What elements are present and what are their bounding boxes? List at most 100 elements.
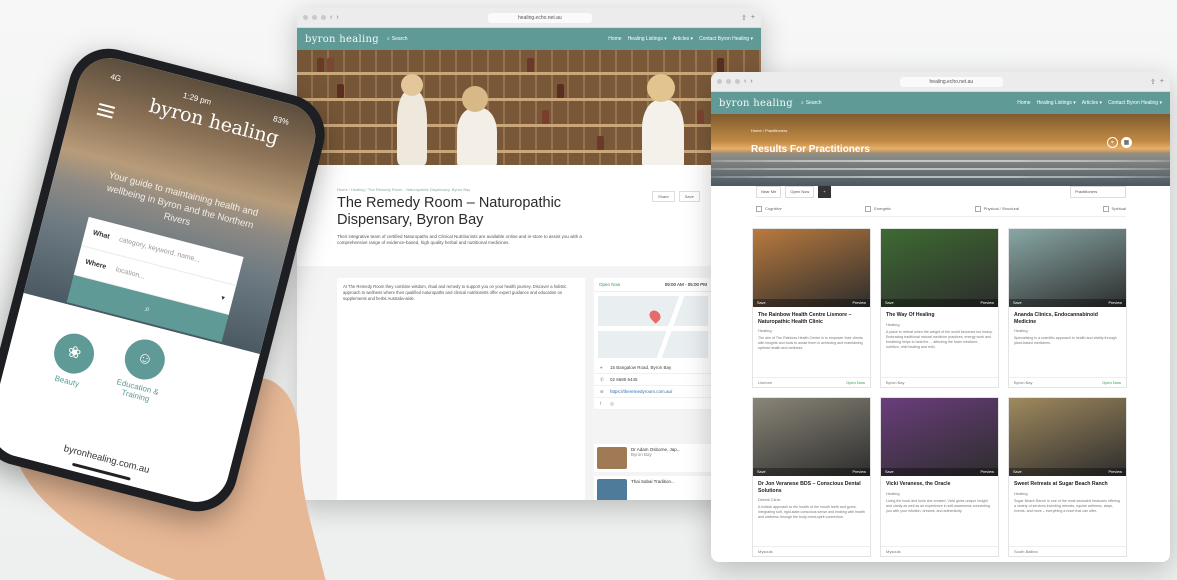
listing-card-image[interactable]: Save Preview xyxy=(753,229,870,307)
results-title: Results For Practitioners xyxy=(751,144,870,155)
card-save-button[interactable]: Save xyxy=(757,301,766,305)
back-icon[interactable]: ‹ xyxy=(744,78,746,85)
close-dot[interactable] xyxy=(303,15,308,20)
map-view-icon[interactable]: ⌖ xyxy=(1107,137,1118,148)
listing-card[interactable]: Save Preview The Way Of Healing Healing … xyxy=(880,228,999,388)
more-filters-button[interactable]: + xyxy=(818,186,831,198)
card-footer: Mysouls xyxy=(753,546,870,556)
site-search[interactable]: ⌕ Search xyxy=(801,100,822,106)
category-checkbox[interactable]: Energetic xyxy=(865,206,891,212)
card-preview-button[interactable]: Preview xyxy=(1108,470,1122,474)
card-preview-button[interactable]: Preview xyxy=(852,301,866,305)
card-title[interactable]: The Way Of Healing xyxy=(881,307,998,321)
card-title[interactable]: Ananda Clinics, Endocannabinoid Medicine xyxy=(1009,307,1126,327)
open-now-button[interactable]: Open Now xyxy=(785,186,815,198)
card-action-bar: Save Preview xyxy=(753,299,870,307)
card-save-button[interactable]: Save xyxy=(885,301,894,305)
listing-card[interactable]: Save Preview The Rainbow Health Centre L… xyxy=(752,228,871,388)
nav-home[interactable]: Home xyxy=(608,36,621,42)
card-title[interactable]: Vicki Veranese, the Oracle xyxy=(881,476,998,490)
share-icon[interactable]: ⇪ xyxy=(741,14,747,22)
related-listing[interactable]: Thai Sabai Tradition... xyxy=(594,476,712,500)
new-tab-icon[interactable]: + xyxy=(1160,78,1164,85)
location-map[interactable] xyxy=(598,296,708,358)
site-search[interactable]: ⌕ Search xyxy=(387,36,408,42)
forward-icon[interactable]: › xyxy=(336,14,338,21)
card-save-button[interactable]: Save xyxy=(885,470,894,474)
instagram-icon[interactable]: ◎ xyxy=(610,401,616,407)
back-icon[interactable]: ‹ xyxy=(330,14,332,21)
card-excerpt: Sugar Beach Ranch is one of the most sec… xyxy=(1014,498,1120,513)
nav-contact[interactable]: Contact Byron Healing ▾ xyxy=(699,36,753,42)
category-checkbox[interactable]: Physical / Structural xyxy=(975,206,1019,212)
related-location: Byron Bay xyxy=(631,452,652,457)
education-category-icon[interactable]: ☺ xyxy=(120,335,170,384)
card-preview-button[interactable]: Preview xyxy=(852,470,866,474)
site-logo[interactable]: byron healing xyxy=(305,34,379,45)
open-status: Open Now xyxy=(599,282,621,287)
category-checkbox[interactable]: Cognitive xyxy=(756,206,782,212)
card-tag: Healing xyxy=(758,328,772,333)
listing-card-image[interactable]: Save Preview xyxy=(1009,229,1126,307)
card-preview-button[interactable]: Preview xyxy=(980,301,994,305)
address-bar[interactable]: healing.echo.net.au xyxy=(488,12,592,23)
minimize-dot[interactable] xyxy=(312,15,317,20)
related-listing[interactable]: Dr Adam Osborne, Jap... Byron Bay xyxy=(594,444,712,472)
nav-articles[interactable]: Articles ▾ xyxy=(673,36,693,42)
maximize-dot[interactable] xyxy=(735,79,740,84)
listing-card-image[interactable]: Save Preview xyxy=(881,229,998,307)
listing-sidebar: Open Now 09:00 AM - 05:00 PM ⌖ 15 Bangalo… xyxy=(594,278,712,410)
site-logo[interactable]: byron healing xyxy=(719,98,793,109)
card-save-button[interactable]: Save xyxy=(757,470,766,474)
nav-contact[interactable]: Contact Byron Healing ▾ xyxy=(1108,100,1162,106)
card-action-bar: Save Preview xyxy=(1009,299,1126,307)
card-location: South Ballina xyxy=(1014,549,1038,554)
listing-card[interactable]: Save Preview Sweet Retreats at Sugar Bea… xyxy=(1008,397,1127,557)
listing-description: Their integrative team of certified Natu… xyxy=(337,234,582,245)
site-header: byron healing ⌕ Search Home Healing Listi… xyxy=(711,92,1170,114)
category-checkbox[interactable]: Spiritual xyxy=(1103,206,1126,212)
grid-view-icon[interactable]: ▦ xyxy=(1121,137,1132,148)
share-button[interactable]: Share xyxy=(652,191,675,202)
main-nav: Home Healing Listings ▾ Articles ▾ Conta… xyxy=(608,36,753,42)
address-bar[interactable]: healing.echo.net.au xyxy=(899,76,1004,87)
nav-home[interactable]: Home xyxy=(1017,100,1030,106)
forward-icon[interactable]: › xyxy=(750,78,752,85)
listing-card-image[interactable]: Save Preview xyxy=(1009,398,1126,476)
menu-icon[interactable] xyxy=(96,100,116,121)
listing-card[interactable]: Save Preview Ananda Clinics, Endocannabi… xyxy=(1008,228,1127,388)
listing-card-image[interactable]: Save Preview xyxy=(881,398,998,476)
listing-card-image[interactable]: Save Preview xyxy=(753,398,870,476)
card-title[interactable]: Dr Jon Veranese BDS – Conscious Dental S… xyxy=(753,476,870,496)
minimize-dot[interactable] xyxy=(726,79,731,84)
card-title[interactable]: The Rainbow Health Centre Lismore – Natu… xyxy=(753,307,870,327)
close-dot[interactable] xyxy=(717,79,722,84)
listing-card[interactable]: Save Preview Dr Jon Veranese BDS – Consc… xyxy=(752,397,871,557)
card-save-button[interactable]: Save xyxy=(1013,301,1022,305)
nav-articles[interactable]: Articles ▾ xyxy=(1082,100,1102,106)
listing-card[interactable]: Save Preview Vicki Veranese, the Oracle … xyxy=(880,397,999,557)
breadcrumb[interactable]: Home / Practitioners xyxy=(751,128,787,133)
category-select[interactable]: Practitioners xyxy=(1070,186,1126,198)
phone-row[interactable]: ✆ 02 6685 6445 xyxy=(594,374,712,386)
new-tab-icon[interactable]: + xyxy=(751,14,755,21)
maximize-dot[interactable] xyxy=(321,15,326,20)
website-row[interactable]: ⊕ https://theremedyroom.com.au/ xyxy=(594,386,712,398)
chevron-down-icon: ▾ xyxy=(220,294,226,302)
share-icon[interactable]: ⇪ xyxy=(1150,78,1156,86)
nav-healing-listings[interactable]: Healing Listings ▾ xyxy=(1037,100,1076,106)
card-title[interactable]: Sweet Retreats at Sugar Beach Ranch xyxy=(1009,476,1126,490)
card-save-button[interactable]: Save xyxy=(1013,470,1022,474)
card-preview-button[interactable]: Preview xyxy=(980,470,994,474)
near-me-button[interactable]: Near Me xyxy=(756,186,782,198)
nav-healing-listings[interactable]: Healing Listings ▾ xyxy=(628,36,667,42)
opening-hours[interactable]: Open Now 09:00 AM - 05:00 PM xyxy=(594,278,712,292)
save-button[interactable]: Save xyxy=(678,191,700,202)
map-pin-icon[interactable] xyxy=(647,308,663,324)
website-link[interactable]: https://theremedyroom.com.au/ xyxy=(610,389,672,394)
results-grid: Save Preview The Rainbow Health Centre L… xyxy=(752,228,1127,557)
card-preview-button[interactable]: Preview xyxy=(1108,301,1122,305)
beauty-category-icon[interactable]: ❀ xyxy=(49,329,99,378)
card-tag: Healing xyxy=(886,321,900,327)
facebook-icon[interactable]: f xyxy=(600,401,606,406)
